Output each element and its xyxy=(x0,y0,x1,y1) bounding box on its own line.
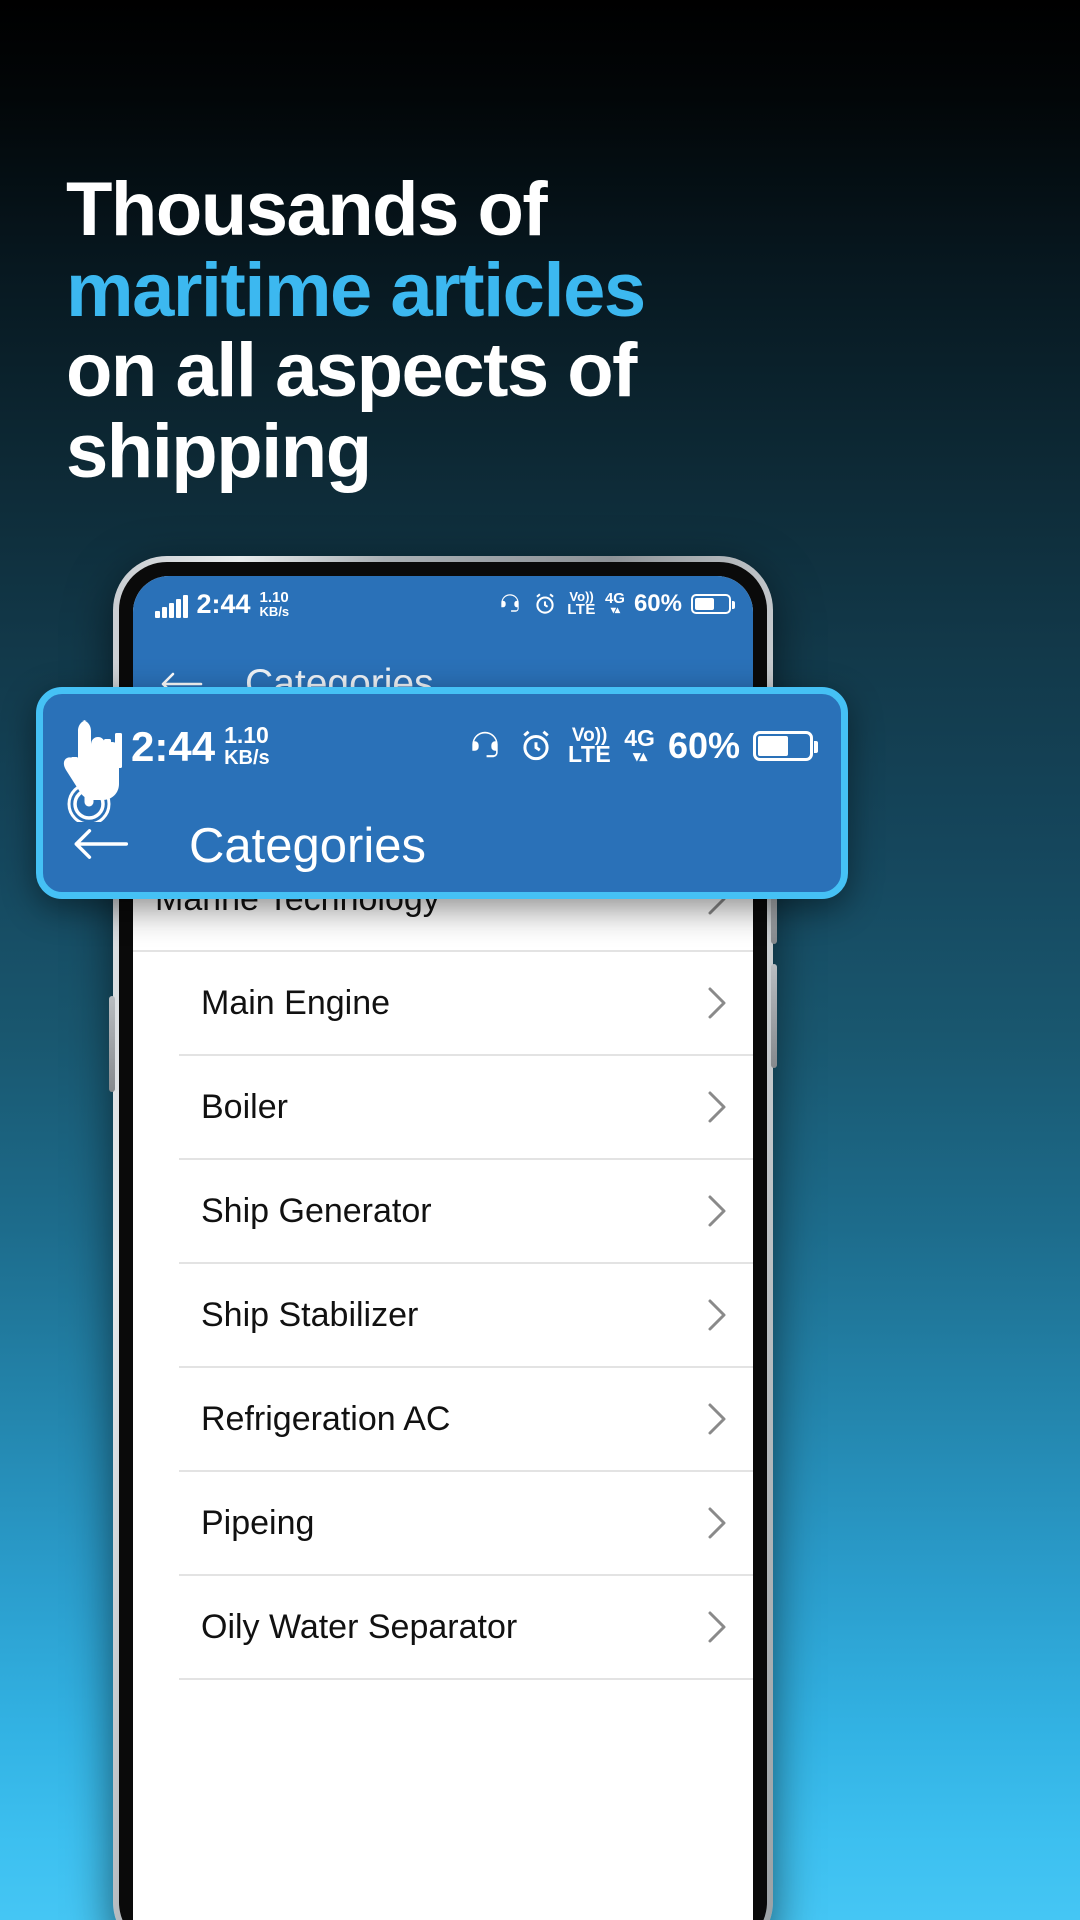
status-bar-left: 2:44 1.10 KB/s xyxy=(155,588,290,620)
callout-data-rate-unit: KB/s xyxy=(224,746,270,769)
battery-icon xyxy=(691,594,735,614)
category-label: Ship Stabilizer xyxy=(201,1295,419,1334)
chevron-right-icon xyxy=(699,1293,733,1337)
data-rate-unit: KB/s xyxy=(259,604,290,620)
volte-icon: Vo)) LTE xyxy=(568,725,612,768)
callout-status-bar-right: Vo)) LTE 4G ▾▴ 60% xyxy=(466,724,818,768)
network-4g-icon: 4G ▾▴ xyxy=(604,590,625,617)
category-label: Pipeing xyxy=(201,1503,315,1542)
callout-status-bar: 2:44 1.10 KB/s Vo)) LTE 4G ▾▴ 60% xyxy=(43,694,841,798)
category-row-pipeing[interactable]: Pipeing xyxy=(179,1472,753,1576)
phone-side-button-volume-down[interactable] xyxy=(771,964,777,1068)
chevron-right-icon xyxy=(699,981,733,1025)
battery-icon xyxy=(753,731,818,761)
network-label: 4G xyxy=(604,590,625,608)
callout-back-button[interactable] xyxy=(71,824,129,869)
category-label: Oily Water Separator xyxy=(201,1607,518,1646)
chevron-right-icon xyxy=(699,1397,733,1441)
headline-line-1: Thousands of xyxy=(66,167,548,252)
callout-network-arrows: ▾▴ xyxy=(633,747,647,765)
status-bar: 2:44 1.10 KB/s Vo)) LTE 4G ▾▴ 60% xyxy=(133,576,753,632)
alarm-clock-icon xyxy=(517,727,555,765)
callout-status-bar-clock: 2:44 xyxy=(131,722,216,770)
status-bar-right: Vo)) LTE 4G ▾▴ 60% xyxy=(497,590,735,619)
chevron-right-icon xyxy=(699,1189,733,1233)
promo-screenshot: Thousands of maritime articles on all as… xyxy=(0,0,1080,1920)
network-4g-icon: 4G ▾▴ xyxy=(624,724,655,765)
category-row-ship-stabilizer[interactable]: Ship Stabilizer xyxy=(179,1264,753,1368)
network-arrows: ▾▴ xyxy=(610,605,620,617)
phone-side-button-power[interactable] xyxy=(109,996,115,1092)
chevron-right-icon xyxy=(699,1501,733,1545)
status-bar-clock: 2:44 xyxy=(196,589,251,620)
callout-app-bar-title: Categories xyxy=(189,819,426,873)
headphones-icon xyxy=(497,591,523,617)
callout-battery-percent: 60% xyxy=(667,725,740,766)
headphones-icon xyxy=(466,727,504,765)
page-title: Thousands of maritime articles on all as… xyxy=(66,167,966,494)
category-row-main-engine[interactable]: Main Engine xyxy=(179,952,753,1056)
callout-data-rate-value: 1.10 xyxy=(224,722,269,749)
battery-percent: 60% xyxy=(633,590,682,617)
category-row-boiler[interactable]: Boiler xyxy=(179,1056,753,1160)
headline-line-3: on all aspects of xyxy=(66,328,638,414)
callout-volte-bottom: LTE xyxy=(568,741,612,768)
data-rate-indicator: 1.10 KB/s xyxy=(259,588,290,620)
category-label: Refrigeration AC xyxy=(201,1399,451,1438)
category-row-refrigeration-ac[interactable]: Refrigeration AC xyxy=(179,1368,753,1472)
callout-data-rate-indicator: 1.10 KB/s xyxy=(224,722,270,769)
category-label: Main Engine xyxy=(201,983,391,1022)
headline-line-4: shipping xyxy=(66,408,372,494)
headline-line-2: maritime articles xyxy=(66,247,646,333)
category-label: Boiler xyxy=(201,1087,288,1126)
callout-status-bar-left: 2:44 1.10 KB/s xyxy=(71,722,270,770)
signal-bars-icon xyxy=(71,732,122,768)
volte-bottom: LTE xyxy=(567,601,596,619)
data-rate-value: 1.10 xyxy=(259,588,289,606)
category-label: Ship Generator xyxy=(201,1191,432,1230)
category-row-ship-generator[interactable]: Ship Generator xyxy=(179,1160,753,1264)
category-row-oily-water-separator[interactable]: Oily Water Separator xyxy=(179,1576,753,1680)
callout-network-label: 4G xyxy=(624,724,655,751)
signal-bars-icon xyxy=(155,595,188,619)
callout-app-bar: Categories xyxy=(43,798,841,892)
alarm-clock-icon xyxy=(532,591,558,617)
volte-icon: Vo)) LTE xyxy=(567,590,596,619)
chevron-right-icon xyxy=(699,1085,733,1129)
chevron-right-icon xyxy=(699,1605,733,1649)
zoom-callout-card: 2:44 1.10 KB/s Vo)) LTE 4G ▾▴ 60% Catego… xyxy=(36,687,848,899)
